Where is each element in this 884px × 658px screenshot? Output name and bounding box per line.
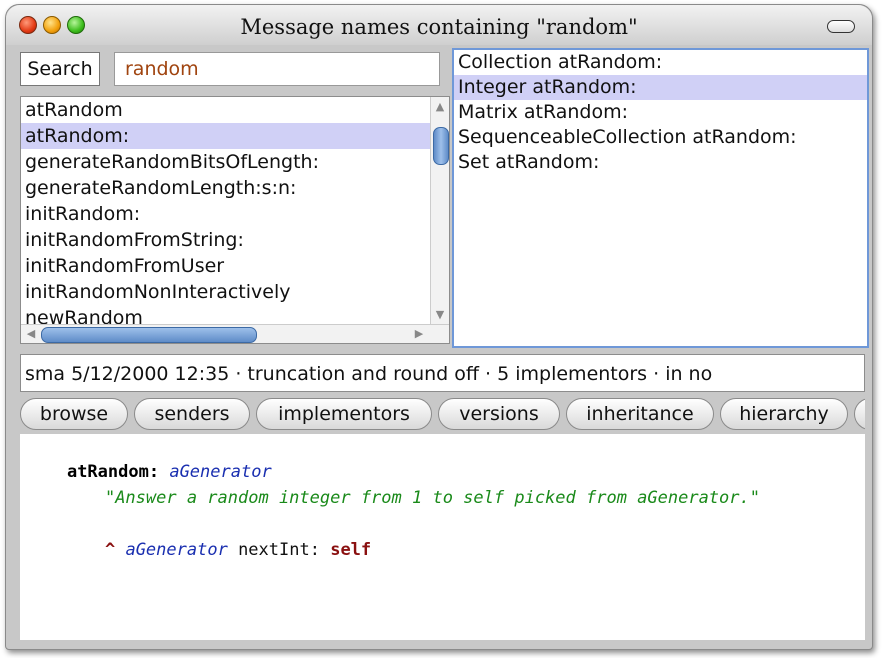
vertical-scroll-thumb[interactable] [433, 127, 449, 165]
inheritance-button[interactable]: inheritance [566, 398, 714, 430]
collapse-window-icon[interactable] [827, 20, 855, 33]
window-title: Message names containing "random" [240, 15, 638, 39]
return-receiver: aGenerator [125, 540, 228, 560]
horizontal-scrollbar[interactable]: ◀ ▶ [21, 324, 449, 343]
search-input[interactable]: random [114, 52, 440, 86]
selector-list[interactable]: atRandom atRandom: generateRandomBitsOfL… [20, 96, 450, 344]
browse-button[interactable]: browse [20, 398, 128, 430]
title-bar[interactable]: Message names containing "random" [6, 5, 872, 45]
implementors-button[interactable]: implementors [256, 398, 432, 430]
more-button[interactable] [854, 398, 865, 430]
method-info-status: sma 5/12/2000 12:35 · truncation and rou… [20, 354, 865, 392]
list-item[interactable]: initRandom: [21, 201, 449, 227]
scroll-up-icon[interactable]: ▲ [431, 99, 449, 115]
list-item[interactable]: Collection atRandom: [454, 50, 867, 75]
code-pane[interactable]: atRandom: aGenerator "Answer a random in… [20, 434, 865, 640]
list-item[interactable]: initRandomNonInteractively [21, 279, 449, 305]
scroll-right-icon[interactable]: ▶ [411, 325, 427, 343]
list-item[interactable]: initRandomFromUser [21, 253, 449, 279]
method-comment: "Answer a random integer from 1 to self … [104, 488, 760, 508]
scroll-down-icon[interactable]: ▼ [431, 307, 449, 323]
list-item[interactable]: Integer atRandom: [454, 75, 867, 100]
scroll-left-icon[interactable]: ◀ [23, 325, 39, 343]
vertical-scrollbar[interactable]: ▲ ▼ [430, 97, 449, 325]
list-item[interactable]: Matrix atRandom: [454, 100, 867, 125]
senders-button[interactable]: senders [134, 398, 250, 430]
implementors-list[interactable]: Collection atRandom: Integer atRandom: M… [452, 48, 869, 348]
list-item[interactable]: generateRandomBitsOfLength: [21, 149, 449, 175]
hierarchy-button[interactable]: hierarchy [720, 398, 848, 430]
return-caret: ^ [104, 540, 116, 560]
list-item[interactable]: atRandom [21, 97, 449, 123]
return-message: nextInt: [238, 540, 320, 560]
list-item[interactable]: SequenceableCollection atRandom: [454, 125, 867, 150]
list-item[interactable]: initRandomFromString: [21, 227, 449, 253]
search-button[interactable]: Search [20, 52, 100, 86]
horizontal-scroll-thumb[interactable] [41, 327, 257, 343]
browser-button-bar: browse senders implementors versions inh… [20, 398, 865, 432]
list-item[interactable]: Set atRandom: [454, 150, 867, 175]
return-argument: self [330, 540, 372, 560]
versions-button[interactable]: versions [438, 398, 560, 430]
list-item[interactable]: atRandom: [21, 123, 449, 149]
list-item[interactable]: generateRandomLength:s:n: [21, 175, 449, 201]
